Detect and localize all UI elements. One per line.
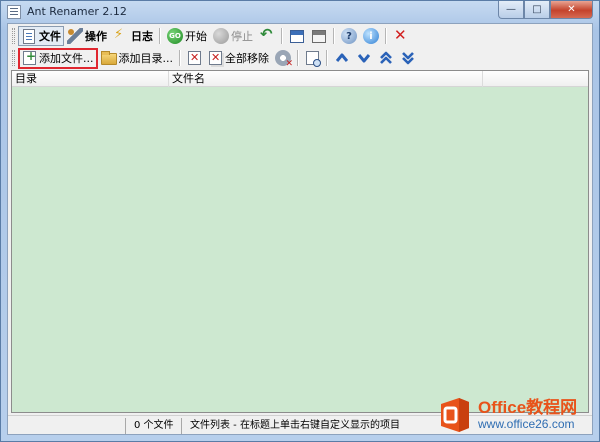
lightning-icon — [113, 27, 129, 44]
add-files-label: 添加文件... — [39, 52, 94, 65]
window-layout-button[interactable] — [286, 26, 308, 46]
watermark-title: Office教程网 — [478, 398, 578, 417]
file-count: 0 个文件 — [125, 418, 180, 434]
title-bar[interactable]: Ant Renamer 2.12 — □ ✕ — [1, 1, 599, 23]
actions-tab-label: 操作 — [85, 30, 107, 43]
app-icon[interactable] — [7, 5, 21, 19]
start-button[interactable]: GO 开始 — [164, 26, 210, 46]
list-header: 目录 文件名 — [12, 71, 588, 87]
toolbar-grip[interactable] — [12, 50, 15, 66]
help-icon: ? — [341, 28, 357, 44]
window-title: Ant Renamer 2.12 — [27, 5, 127, 18]
about-button[interactable]: i — [360, 26, 382, 46]
stop-icon — [213, 28, 229, 44]
info-icon: i — [363, 28, 379, 44]
preview-icon — [306, 51, 321, 67]
file-tab-button[interactable]: 文件 — [18, 26, 64, 46]
toolbar-separator — [159, 28, 161, 44]
office-watermark: Office教程网 www.office26.com — [437, 394, 597, 436]
chevron-up-icon — [334, 50, 350, 66]
column-header-blank[interactable] — [483, 71, 588, 87]
column-header-directory[interactable]: 目录 — [12, 71, 169, 87]
window-controls: — □ ✕ — [498, 1, 593, 19]
toolbar-separator — [326, 50, 328, 66]
exit-x-icon — [393, 26, 409, 44]
add-folder-button[interactable]: 添加目录... — [98, 48, 177, 68]
double-chevron-up-icon — [378, 50, 394, 66]
move-bottom-button[interactable] — [397, 48, 419, 68]
remove-all-icon — [209, 51, 222, 65]
toolbar-grip[interactable] — [12, 28, 15, 44]
tools-icon — [67, 28, 83, 44]
maximize-button[interactable]: □ — [524, 1, 550, 19]
move-up-button[interactable] — [331, 48, 353, 68]
client-area: 文件 操作 日志 GO 开始 停止 — [7, 23, 593, 435]
close-button[interactable]: ✕ — [550, 1, 593, 19]
stop-label: 停止 — [231, 30, 253, 43]
move-down-button[interactable] — [353, 48, 375, 68]
move-top-button[interactable] — [375, 48, 397, 68]
minimize-button[interactable]: — — [498, 1, 524, 19]
app-window: Ant Renamer 2.12 — □ ✕ 文件 操作 日志 G — [0, 0, 600, 442]
toolbar-separator — [179, 50, 181, 66]
remove-all-button[interactable]: 全部移除 — [205, 48, 272, 68]
help-button[interactable]: ? — [338, 26, 360, 46]
window-layout-icon — [290, 29, 304, 43]
exit-button[interactable] — [390, 26, 412, 46]
file-toolbar: 添加文件... 添加目录... 全部移除 — [8, 47, 592, 69]
file-icon — [23, 28, 35, 44]
add-file-icon — [23, 49, 36, 65]
toolbar-separator — [333, 28, 335, 44]
actions-tab-button[interactable]: 操作 — [64, 26, 110, 46]
add-files-button[interactable]: 添加文件... — [18, 47, 98, 69]
log-tab-label: 日志 — [131, 30, 153, 43]
add-folder-label: 添加目录... — [118, 52, 174, 65]
remove-all-label: 全部移除 — [225, 52, 269, 65]
chevron-down-icon — [356, 50, 372, 66]
main-toolbar: 文件 操作 日志 GO 开始 停止 — [8, 25, 592, 47]
toolbar-separator — [385, 28, 387, 44]
undo-icon — [259, 25, 275, 44]
column-header-filename[interactable]: 文件名 — [169, 71, 483, 87]
preview-button[interactable] — [302, 48, 323, 68]
undo-button[interactable] — [256, 25, 278, 46]
remove-icon — [188, 51, 201, 65]
start-label: 开始 — [185, 30, 207, 43]
folder-icon — [100, 51, 117, 65]
file-list[interactable]: 目录 文件名 — [11, 70, 589, 413]
toolbar-separator — [281, 28, 283, 44]
toolbar-separator — [297, 50, 299, 66]
file-tab-label: 文件 — [39, 30, 61, 43]
stop-button[interactable]: 停止 — [210, 26, 256, 46]
watermark-url: www.office26.com — [478, 417, 575, 431]
remove-settings-button[interactable] — [272, 48, 294, 69]
options-window-button[interactable] — [308, 26, 330, 46]
remove-selected-button[interactable] — [184, 48, 205, 68]
office-logo-icon — [437, 396, 473, 434]
options-window-icon — [312, 29, 326, 43]
log-tab-button[interactable]: 日志 — [110, 26, 156, 46]
go-icon: GO — [167, 28, 183, 44]
double-chevron-down-icon — [400, 50, 416, 66]
settings-remove-icon — [275, 50, 293, 69]
